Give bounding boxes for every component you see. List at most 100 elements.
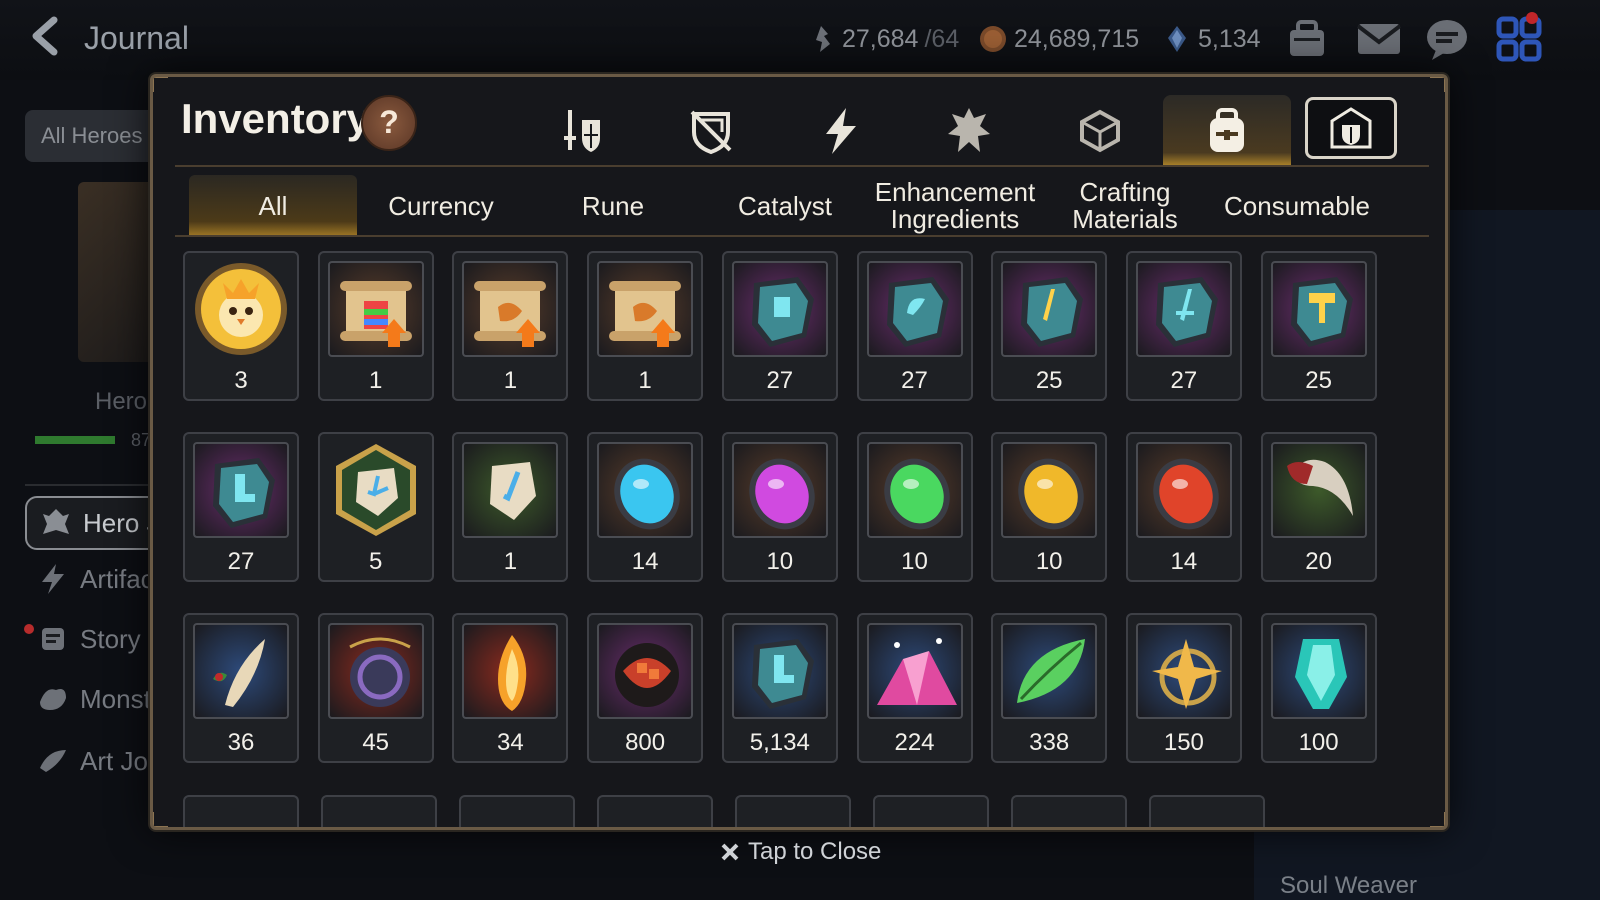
item-count: 27 [901,367,928,394]
item-count: 27 [227,548,255,575]
item-slot[interactable]: 1 [317,251,434,401]
item-count: 3 [234,367,248,394]
item-slot[interactable]: 1 [587,251,704,401]
item-slot-partial[interactable] [183,795,299,827]
item-slot[interactable]: 5,134 [721,613,838,763]
subtab-all[interactable]: All [189,175,357,237]
item-slot[interactable]: 34 [452,613,569,763]
item-count: 20 [1305,548,1332,575]
weapon-tab-icon [564,110,600,152]
item-slot[interactable]: 1 [452,432,569,582]
item-count: 5,134 [749,729,810,756]
item-count: 36 [227,729,255,756]
subtab-divider [175,235,1429,237]
helmet-stone-icon [866,261,963,357]
scroll-icon [597,261,694,357]
back-arrow-icon[interactable] [24,14,68,58]
item-slot[interactable]: 14 [587,432,704,582]
hero-bag-icon[interactable] [1284,16,1330,62]
item-slot[interactable]: 10 [856,432,973,582]
item-slot[interactable]: 27 [856,251,973,401]
item-slot[interactable]: 25 [991,251,1108,401]
close-icon [721,843,739,861]
item-slot[interactable]: 338 [991,613,1108,763]
item-count: 100 [1298,729,1339,756]
stamina-counter[interactable]: 27,684/64 [806,24,959,54]
story-notification-dot [24,624,34,634]
hex-rune-icon [328,442,424,538]
teal-crystal-icon [1270,623,1367,719]
tab-artifact[interactable] [785,95,897,167]
item-slot[interactable]: 45 [317,613,434,763]
item-slot[interactable]: 27 [1125,251,1242,401]
help-button[interactable]: ? [361,95,417,151]
item-slot[interactable]: 224 [856,613,973,763]
item-slot[interactable]: 27 [721,251,838,401]
divider [25,484,155,486]
nav-artifact[interactable]: Artifact [36,562,161,596]
chat-icon[interactable] [1424,16,1470,62]
item-count: 25 [1305,367,1332,394]
tab-bag[interactable] [1163,95,1291,167]
item-slot[interactable]: 20 [1260,432,1377,582]
subtab-consumable[interactable]: Consumable [1213,175,1381,237]
sword-stone-icon [1135,261,1232,357]
item-slot[interactable]: 100 [1260,613,1377,763]
item-slot[interactable]: 25 [1260,251,1377,401]
item-slot-partial[interactable] [873,795,989,827]
item-count: 45 [362,729,390,756]
item-slot-partial[interactable] [459,795,575,827]
scroll-icon [42,628,64,650]
blue-rune-icon [462,442,559,538]
tap-to-close-button[interactable]: Tap to Close [720,838,881,866]
item-slot-partial[interactable] [321,795,437,827]
soul-weaver-label: Soul Weaver [1280,872,1417,899]
subtab-currency[interactable]: Currency [357,175,525,237]
item-slot-partial[interactable] [1149,795,1265,827]
item-slot[interactable]: 800 [587,613,704,763]
item-slot[interactable]: 5 [317,432,434,582]
item-count: 25 [1035,367,1063,394]
item-slot[interactable]: 150 [1125,613,1242,763]
hero-card[interactable] [78,182,158,362]
frame-corner [153,77,168,92]
all-heroes-filter[interactable]: All Heroes [25,110,165,162]
item-slot[interactable]: 3 [183,251,299,401]
lightning-icon [42,564,64,594]
red-orb-icon [1135,442,1232,538]
item-slot[interactable]: 10 [991,432,1108,582]
item-slot-partial[interactable] [597,795,713,827]
subtab-rune[interactable]: Rune [529,175,697,237]
item-slot[interactable]: 36 [183,613,299,763]
skystone-counter[interactable]: 5,134 [1162,24,1261,54]
subtab-crafting-materials[interactable]: Crafting Materials [1041,175,1209,237]
subtab-catalyst[interactable]: Catalyst [701,175,869,237]
tab-weapon[interactable] [527,95,639,167]
blue-orb-icon [597,442,694,538]
purple-orb-icon [731,442,828,538]
mail-icon[interactable] [1356,16,1402,62]
tab-crest[interactable] [913,95,1025,167]
skystone-icon [731,623,828,719]
hammer-stone-icon [1270,261,1367,357]
tab-box[interactable] [1043,95,1155,167]
skystone-icon [1168,26,1186,52]
item-slot-partial[interactable] [1011,795,1127,827]
item-slot-partial[interactable] [735,795,851,827]
item-count: 338 [1029,729,1070,756]
item-slot[interactable]: 27 [183,432,299,582]
chick-token-icon [193,261,289,357]
item-slot[interactable]: 10 [721,432,838,582]
tab-armor[interactable] [655,95,767,167]
notification-dot [1526,12,1538,24]
item-slot[interactable]: 1 [452,251,569,401]
dragon-scroll-icon [462,261,559,357]
tab-storage[interactable] [1305,97,1397,159]
box-tab-icon [1080,109,1120,153]
subtab-enhancement-ingredients[interactable]: Enhancement Ingredients [871,175,1039,237]
armor-stone-icon [731,261,828,357]
nav-story[interactable]: Story [36,622,141,656]
gold-weapon-stone-icon [1001,261,1098,357]
gold-counter[interactable]: 24,689,715 [978,24,1139,54]
item-slot[interactable]: 14 [1125,432,1242,582]
